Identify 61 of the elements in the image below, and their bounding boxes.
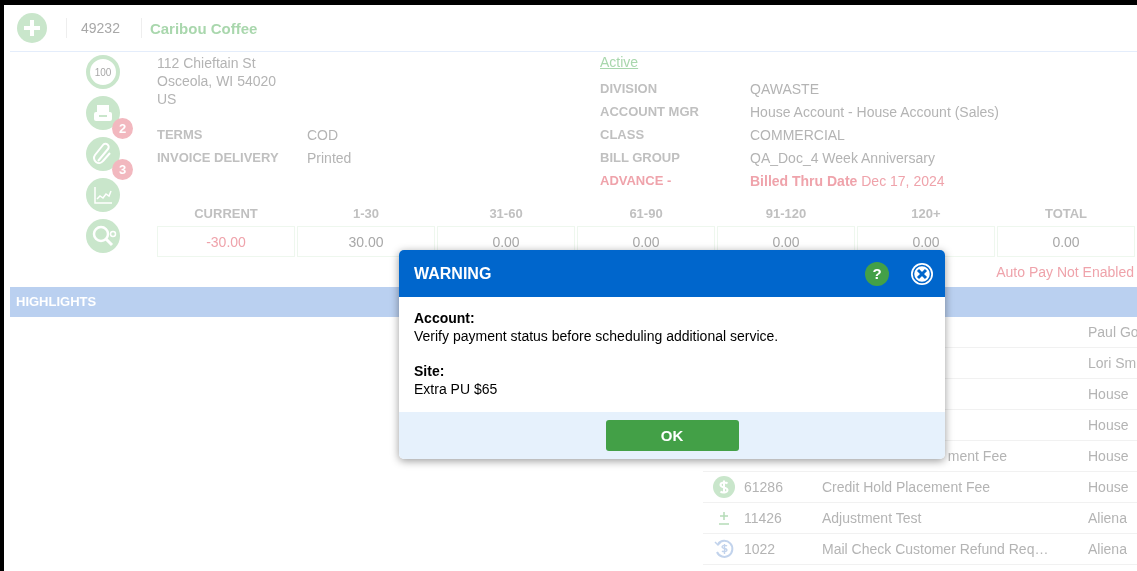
column-header: 91-120: [764, 205, 808, 223]
column-header: 1-30: [352, 205, 380, 223]
row-description: ment Fee: [947, 448, 1007, 464]
score-ring[interactable]: 100: [86, 55, 120, 89]
field-value: QAWASTE: [750, 80, 820, 98]
field-value: COD: [307, 126, 340, 144]
column-header: CURRENT: [193, 205, 259, 223]
field-value: Billed Thru Date Dec 17, 2024: [750, 172, 946, 190]
column-header: 31-60: [488, 205, 524, 223]
row-number: 1022: [744, 541, 776, 557]
address-line: Osceola, WI 54020: [157, 72, 278, 90]
refund-icon: [712, 538, 735, 560]
column-header: 61-90: [628, 205, 664, 223]
close-icon[interactable]: [910, 261, 934, 286]
field-label: INVOICE DELIVERY: [157, 149, 280, 167]
count-badge: 2: [112, 118, 133, 139]
add-icon[interactable]: [17, 13, 47, 43]
row-description: Credit Hold Placement Fee: [822, 479, 991, 495]
field-value: House Account - House Account (Sales): [750, 103, 1000, 121]
paperclip-icon[interactable]: [86, 137, 120, 171]
row-number: 61286: [744, 479, 783, 495]
row-owner: Aliena: [1088, 541, 1127, 557]
row-owner: House: [1088, 386, 1129, 402]
row-description: Adjustment Test: [822, 510, 922, 526]
amount-cell: 0.00: [997, 226, 1135, 257]
field-label: CLASS: [600, 126, 646, 144]
amount-cell: -30.00: [157, 226, 295, 257]
account-number: 49232: [81, 20, 120, 36]
field-label: ACCOUNT MGR: [600, 103, 700, 121]
field-value: COMMERCIAL: [750, 126, 846, 144]
field-label: TERMS: [157, 126, 204, 144]
message-text: Verify payment status before scheduling additional service.: [414, 327, 780, 345]
help-icon[interactable]: ?: [865, 261, 889, 286]
row-number: 11426: [744, 510, 782, 526]
row-owner: Aliena: [1088, 510, 1127, 526]
dollar-icon: [712, 476, 735, 498]
ok-button[interactable]: OK: [605, 420, 739, 451]
field-label: ADVANCE -: [600, 172, 673, 190]
row-owner: Lori Sm: [1088, 355, 1137, 371]
auto-pay-notice: Auto Pay Not Enabled: [996, 264, 1134, 280]
account-name: Caribou Coffee: [149, 19, 258, 37]
row-owner: House: [1088, 479, 1129, 495]
field-label: BILL GROUP: [600, 149, 681, 167]
address-line: US: [157, 90, 178, 108]
row-description: Mail Check Customer Refund Req…: [822, 541, 1049, 557]
address-line: 112 Chieftain St: [157, 54, 257, 72]
row-owner: House: [1088, 448, 1129, 464]
field-value: QA_Doc_4 Week Anniversary: [750, 149, 936, 167]
search-icon[interactable]: [86, 219, 120, 253]
count-badge: 3: [112, 159, 133, 180]
field-value: Printed: [307, 149, 353, 167]
section-heading: Site:: [414, 362, 446, 380]
message-text: Extra PU $65: [414, 380, 499, 398]
plus-minus-icon: [717, 511, 730, 525]
field-label: DIVISION: [600, 80, 659, 98]
chart-icon[interactable]: [86, 178, 120, 212]
row-owner: House: [1088, 417, 1129, 433]
printer-icon[interactable]: [86, 96, 120, 130]
column-header: 120+: [910, 205, 942, 223]
column-header: TOTAL: [1043, 205, 1089, 223]
dialog-title: WARNING: [414, 264, 493, 283]
